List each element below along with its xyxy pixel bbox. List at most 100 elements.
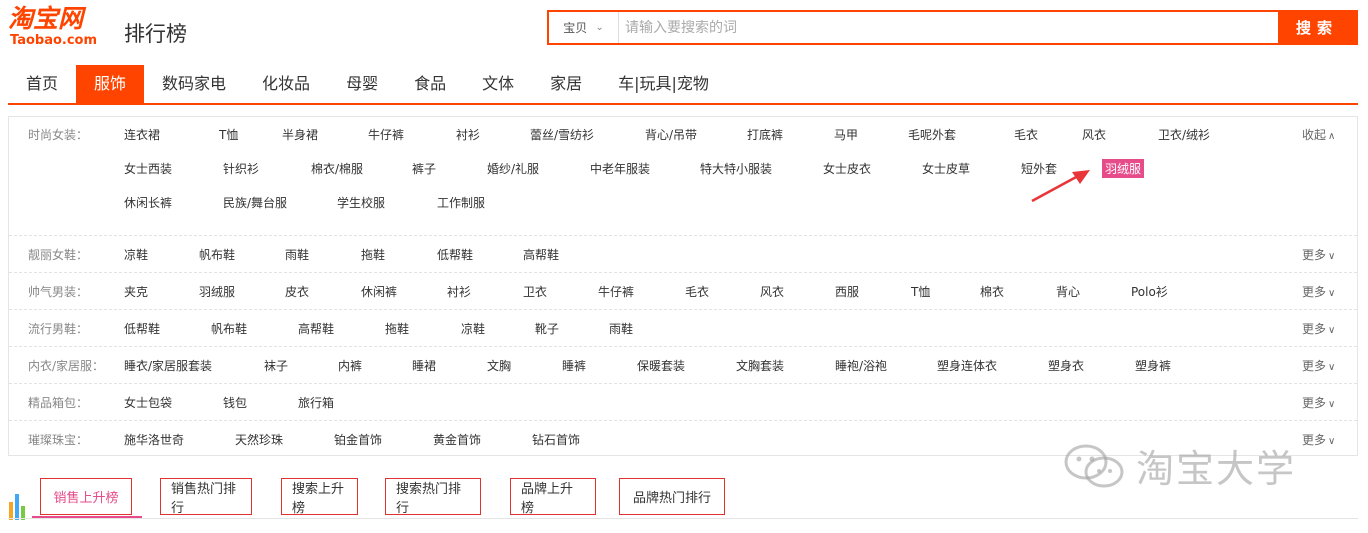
- category-link[interactable]: 工作制服: [437, 194, 485, 211]
- ranking-tab[interactable]: 销售上升榜: [40, 478, 132, 515]
- more-link[interactable]: 更多 ∨: [1302, 320, 1335, 337]
- category-link[interactable]: 夹克: [124, 283, 148, 300]
- category-link[interactable]: 蕾丝/雪纺衫: [530, 126, 594, 143]
- category-link[interactable]: 铂金首饰: [334, 431, 382, 448]
- more-link[interactable]: 更多 ∨: [1302, 283, 1335, 300]
- nav-tab[interactable]: 文体: [464, 65, 532, 103]
- nav-tab[interactable]: 服饰: [76, 65, 145, 103]
- more-link[interactable]: 更多 ∨: [1302, 431, 1335, 448]
- category-link[interactable]: 女士西装: [124, 160, 172, 177]
- category-link[interactable]: 羽绒服: [199, 283, 235, 300]
- category-link[interactable]: 风衣: [1082, 126, 1106, 143]
- category-link[interactable]: 毛呢外套: [908, 126, 956, 143]
- category-link[interactable]: 塑身衣: [1048, 357, 1084, 374]
- category-link[interactable]: 皮衣: [285, 283, 309, 300]
- category-link[interactable]: 高帮鞋: [523, 246, 559, 263]
- nav-tab[interactable]: 化妆品: [244, 65, 328, 103]
- category-link[interactable]: 雨鞋: [609, 320, 633, 337]
- category-link[interactable]: 拖鞋: [385, 320, 409, 337]
- ranking-tab[interactable]: 品牌上升榜: [510, 478, 596, 516]
- category-link[interactable]: 卫衣: [523, 283, 547, 300]
- category-link[interactable]: 休闲裤: [361, 283, 397, 300]
- category-link[interactable]: 帆布鞋: [199, 246, 235, 263]
- category-link[interactable]: 毛衣: [1014, 126, 1038, 143]
- category-link[interactable]: 睡裙: [412, 357, 436, 374]
- taobao-logo[interactable]: 淘宝网 Taobao.com: [8, 4, 118, 56]
- category-link[interactable]: 毛衣: [685, 283, 709, 300]
- nav-tab[interactable]: 首页: [8, 65, 76, 103]
- category-link[interactable]: 学生校服: [337, 194, 385, 211]
- nav-tab[interactable]: 母婴: [328, 65, 396, 103]
- category-link[interactable]: 裤子: [412, 160, 436, 177]
- category-link[interactable]: 女士皮草: [922, 160, 970, 177]
- category-link[interactable]: 羽绒服: [1102, 159, 1145, 178]
- category-link[interactable]: 女士皮衣: [823, 160, 871, 177]
- category-link[interactable]: 保暖套装: [637, 357, 685, 374]
- category-link[interactable]: 凉鞋: [124, 246, 148, 263]
- category-link[interactable]: 打底裤: [747, 126, 783, 143]
- category-link[interactable]: 婚纱/礼服: [487, 160, 539, 177]
- category-link[interactable]: 睡衣/家居服套装: [124, 357, 212, 374]
- nav-tab[interactable]: 数码家电: [144, 65, 244, 103]
- category-link[interactable]: 衬衫: [447, 283, 471, 300]
- category-link[interactable]: 钱包: [223, 394, 247, 411]
- category-link[interactable]: 西服: [835, 283, 859, 300]
- category-link[interactable]: 马甲: [834, 126, 858, 143]
- category-link[interactable]: 连衣裙: [124, 126, 160, 143]
- category-link[interactable]: 风衣: [760, 283, 784, 300]
- category-link[interactable]: 牛仔裤: [598, 283, 634, 300]
- category-link[interactable]: 拖鞋: [361, 246, 385, 263]
- more-link[interactable]: 更多 ∨: [1302, 246, 1335, 263]
- category-link[interactable]: Polo衫: [1131, 283, 1168, 300]
- category-link[interactable]: 棉衣: [980, 283, 1004, 300]
- category-link[interactable]: T恤: [219, 126, 238, 143]
- category-link[interactable]: 半身裙: [282, 126, 318, 143]
- category-link[interactable]: 凉鞋: [461, 320, 485, 337]
- search-button[interactable]: 搜索: [1278, 12, 1356, 43]
- category-link[interactable]: 天然珍珠: [235, 431, 283, 448]
- nav-tab[interactable]: 车|玩具|宠物: [600, 65, 727, 103]
- collapse-link[interactable]: 收起 ∧: [1302, 126, 1335, 143]
- category-link[interactable]: 施华洛世奇: [124, 431, 184, 448]
- category-link[interactable]: 旅行箱: [298, 394, 334, 411]
- category-link[interactable]: 民族/舞台服: [223, 194, 287, 211]
- category-link[interactable]: 帆布鞋: [211, 320, 247, 337]
- category-link[interactable]: 睡袍/浴袍: [835, 357, 887, 374]
- more-link[interactable]: 更多 ∨: [1302, 394, 1335, 411]
- category-link[interactable]: 中老年服装: [590, 160, 650, 177]
- category-link[interactable]: T恤: [911, 283, 930, 300]
- search-input[interactable]: [619, 12, 1278, 43]
- category-link[interactable]: 睡裤: [562, 357, 586, 374]
- category-link[interactable]: 棉衣/棉服: [311, 160, 363, 177]
- category-link[interactable]: 卫衣/绒衫: [1158, 126, 1210, 143]
- category-link[interactable]: 文胸套装: [736, 357, 784, 374]
- category-link[interactable]: 袜子: [264, 357, 288, 374]
- category-link[interactable]: 黄金首饰: [433, 431, 481, 448]
- ranking-tab[interactable]: 搜索热门排行: [385, 478, 481, 516]
- category-link[interactable]: 低帮鞋: [437, 246, 473, 263]
- category-link[interactable]: 女士包袋: [124, 394, 172, 411]
- category-link[interactable]: 靴子: [535, 320, 559, 337]
- category-link[interactable]: 雨鞋: [285, 246, 309, 263]
- more-link[interactable]: 更多 ∨: [1302, 357, 1335, 374]
- category-link[interactable]: 背心: [1056, 283, 1080, 300]
- category-link[interactable]: 文胸: [487, 357, 511, 374]
- category-link[interactable]: 针织衫: [223, 160, 259, 177]
- ranking-tab[interactable]: 品牌热门排行: [619, 478, 725, 515]
- category-link[interactable]: 高帮鞋: [298, 320, 334, 337]
- category-link[interactable]: 低帮鞋: [124, 320, 160, 337]
- ranking-tab[interactable]: 销售热门排行: [160, 478, 252, 516]
- category-link[interactable]: 休闲长裤: [124, 194, 172, 211]
- category-link[interactable]: 塑身连体衣: [937, 357, 997, 374]
- category-link[interactable]: 衬衫: [456, 126, 480, 143]
- category-link[interactable]: 塑身裤: [1135, 357, 1171, 374]
- search-type-select[interactable]: 宝贝 ⌄: [549, 12, 619, 43]
- nav-tab[interactable]: 家居: [532, 65, 600, 103]
- category-link[interactable]: 背心/吊带: [645, 126, 697, 143]
- category-link[interactable]: 牛仔裤: [368, 126, 404, 143]
- nav-tab[interactable]: 食品: [396, 65, 464, 103]
- ranking-tab[interactable]: 搜索上升榜: [281, 478, 358, 516]
- category-link[interactable]: 内裤: [338, 357, 362, 374]
- category-link[interactable]: 特大特小服装: [700, 160, 772, 177]
- category-link[interactable]: 钻石首饰: [532, 431, 580, 448]
